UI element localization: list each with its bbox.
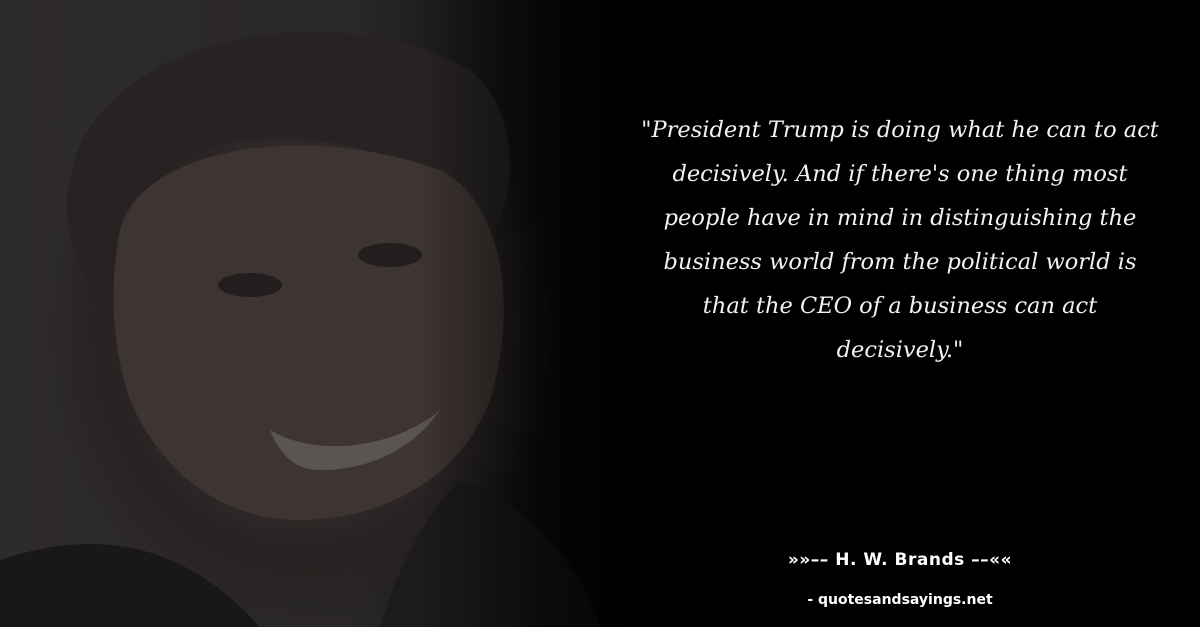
quote-card: "President Trump is doing what he can to… [0,0,1200,627]
quote-text: "President Trump is doing what he can to… [641,117,1159,363]
source-attribution: - quotesandsayings.net [807,592,993,608]
author-name: »»–– H. W. Brands ––«« [787,550,1013,570]
quote-block: "President Trump is doing what he can to… [640,108,1160,372]
